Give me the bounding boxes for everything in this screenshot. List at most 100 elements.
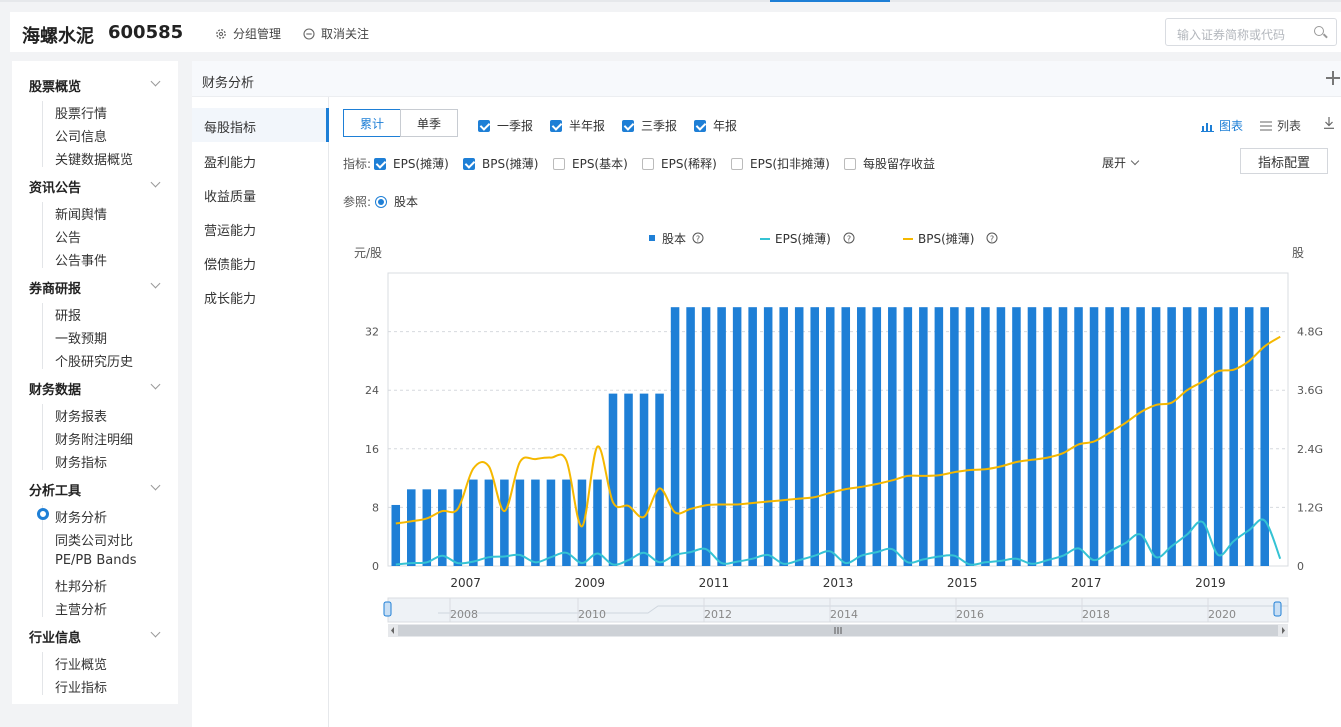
nav-item-indicators[interactable]: 财务指标 [55,452,107,471]
y-right-tick-label: 3.6G [1297,384,1323,397]
share-capital-bar[interactable] [407,489,416,566]
financial-analysis-panel: 财务分析 每股指标 盈利能力 收益质量 营运能力 偿债能力 成长能力 累计 单季… [192,61,1341,727]
share-capital-bar[interactable] [391,504,401,566]
share-capital-bar[interactable] [500,479,509,566]
chevron-down-icon[interactable] [150,177,161,188]
nav-item-industry-overview[interactable]: 行业概览 [55,654,107,673]
share-capital-bar[interactable] [872,307,882,566]
share-capital-bar[interactable] [981,307,990,566]
share-capital-bar[interactable] [1105,307,1114,566]
share-capital-bar[interactable] [639,393,649,566]
share-capital-bar[interactable] [888,307,897,566]
share-capital-bar[interactable] [1167,307,1176,566]
share-capital-bar[interactable] [655,393,664,566]
share-capital-bar[interactable] [624,393,633,566]
nav-item-research-history[interactable]: 个股研究历史 [55,351,133,370]
nav-item-announcement[interactable]: 公告 [55,227,81,246]
share-capital-bar[interactable] [469,479,478,566]
nav-group-news[interactable]: 资讯公告 [29,177,81,196]
nav-item-announcement-events[interactable]: 公告事件 [55,250,107,269]
share-capital-bar[interactable] [717,307,726,566]
nav-group-industry[interactable]: 行业信息 [29,627,81,646]
share-capital-bar[interactable] [841,307,851,566]
stock-search-input[interactable]: 输入证券简称或代码 [1165,18,1337,46]
share-capital-bar[interactable] [996,307,1006,566]
nav-group-stock-overview[interactable]: 股票概览 [29,76,81,95]
chevron-down-icon[interactable] [150,278,161,289]
nav-item-industry-indicators[interactable]: 行业指标 [55,677,107,696]
share-capital-bar[interactable] [794,307,804,566]
share-capital-bar[interactable] [732,307,742,566]
eps-diluted-series-line [395,518,1282,566]
nav-group-research[interactable]: 券商研报 [29,278,81,297]
nav-item-statements[interactable]: 财务报表 [55,406,107,425]
legend-label[interactable]: EPS(摊薄) [775,231,831,246]
nav-item-financial-analysis[interactable]: 财务分析 [55,507,107,526]
nav-item-peer-compare[interactable]: 同类公司对比 [55,530,133,549]
range-handle-left[interactable] [383,601,392,617]
nav-tree-line [42,101,43,167]
nav-item-reports[interactable]: 研报 [55,305,81,324]
nav-item-main-business[interactable]: 主营分析 [55,599,107,618]
share-capital-bar[interactable] [670,307,680,566]
legend-label[interactable]: 股本 [662,232,686,246]
nav-item-pe-pb-bands[interactable]: PE/PB Bands [55,553,136,568]
nav-item-consensus[interactable]: 一致预期 [55,328,107,347]
share-capital-bar[interactable] [422,489,432,566]
chevron-down-icon[interactable] [150,379,161,390]
unfollow-button[interactable]: 取消关注 [303,25,369,42]
share-capital-bar[interactable] [438,489,447,566]
nav-item-company-info[interactable]: 公司信息 [55,126,107,145]
share-capital-bar[interactable] [686,307,695,566]
share-capital-bar[interactable] [825,307,835,566]
share-capital-bar[interactable] [1027,307,1037,566]
share-capital-bar[interactable] [1043,307,1052,566]
share-capital-bar[interactable] [1089,307,1099,566]
share-capital-bar[interactable] [950,307,959,566]
range-handle-right[interactable] [1273,601,1282,617]
y-right-tick-label: 1.2G [1297,501,1323,514]
share-capital-bar[interactable] [965,307,975,566]
share-capital-bar[interactable] [608,393,618,566]
group-manage-button[interactable]: 分组管理 [215,25,281,42]
share-capital-bar[interactable] [484,479,494,566]
share-capital-bar[interactable] [1151,307,1161,566]
share-capital-bar[interactable] [1136,307,1145,566]
nav-item-news[interactable]: 新闻舆情 [55,204,107,223]
share-capital-bar[interactable] [546,479,556,566]
share-capital-bar[interactable] [1120,307,1130,566]
share-capital-bar[interactable] [934,307,944,566]
nav-tree-line [42,404,43,470]
share-capital-bar[interactable] [763,307,773,566]
share-capital-bar[interactable] [1074,307,1083,566]
share-capital-bar[interactable] [810,307,819,566]
share-capital-bar[interactable] [748,307,757,566]
chevron-down-icon[interactable] [150,627,161,638]
share-capital-bar[interactable] [1213,307,1223,566]
share-capital-bar[interactable] [779,307,788,566]
share-capital-bar[interactable] [857,307,866,566]
nav-tree-line [42,303,43,369]
share-capital-bar[interactable] [1229,307,1238,566]
share-capital-bar[interactable] [1012,307,1021,566]
nav-item-dupont[interactable]: 杜邦分析 [55,576,107,595]
share-capital-bar[interactable] [903,307,913,566]
share-capital-bar[interactable] [1182,307,1192,566]
nav-item-quote[interactable]: 股票行情 [55,103,107,122]
nav-group-analysis-tools[interactable]: 分析工具 [29,480,81,499]
search-icon[interactable] [1314,26,1324,36]
help-icon-glyph: ? [847,235,851,244]
share-capital-bar[interactable] [919,307,928,566]
legend-label[interactable]: BPS(摊薄) [918,231,974,246]
chevron-down-icon[interactable] [150,76,161,87]
nav-item-key-data[interactable]: 关键数据概览 [55,149,133,168]
share-capital-bar[interactable] [701,307,711,566]
y-left-tick-label: 24 [365,384,379,397]
share-capital-bar[interactable] [1058,307,1068,566]
nav-group-financial-data[interactable]: 财务数据 [29,379,81,398]
nav-item-notes[interactable]: 财务附注明细 [55,429,133,448]
unfollow-label: 取消关注 [321,27,370,41]
share-capital-bar[interactable] [531,479,540,566]
share-capital-bar[interactable] [515,479,525,566]
chevron-down-icon[interactable] [150,480,161,491]
